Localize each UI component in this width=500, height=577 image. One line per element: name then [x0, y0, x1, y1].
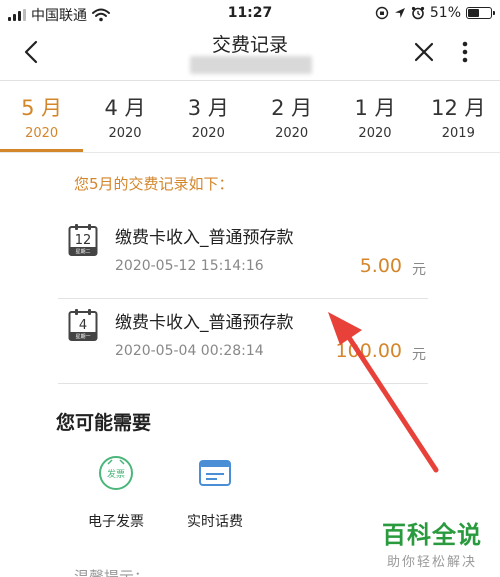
tab-month-1-2020[interactable]: 1 月 2020 — [333, 82, 416, 152]
bill-card-icon — [199, 460, 231, 486]
tab-month-label: 12 月 — [431, 96, 486, 120]
tab-year-label: 2020 — [275, 126, 309, 141]
calendar-weekday: 星期一 — [75, 334, 90, 340]
service-label: 实时话费 — [187, 514, 243, 530]
service-realtime-bill[interactable]: 实时话费 — [175, 455, 255, 531]
record-unit: 元 — [412, 347, 426, 363]
record-title: 缴费卡收入_普通预存款 — [115, 228, 294, 248]
calendar-weekday: 星期二 — [75, 249, 90, 255]
blurred-phone-number — [190, 56, 312, 74]
record-unit: 元 — [412, 262, 426, 278]
calendar-icon: 12 星期二 — [68, 224, 98, 256]
invoice-icon: 发票 — [99, 456, 133, 490]
record-amount: 100.00 — [335, 340, 402, 362]
month-tabs: 5 月 2020 4 月 2020 3 月 2020 2 月 2020 1 月 2020 … — [0, 82, 500, 152]
payment-record[interactable]: 4 星期一 缴费卡收入_普通预存款 2020-05-04 00:28:14 10… — [58, 298, 428, 384]
orientation-lock-icon — [375, 6, 389, 20]
tab-month-label: 2 月 — [271, 96, 313, 120]
tabs-divider — [0, 152, 500, 153]
battery-percent: 51% — [429, 5, 461, 21]
tab-month-label: 1 月 — [354, 96, 396, 120]
watermark-main: 百科全说 — [382, 521, 482, 549]
tab-month-4-2020[interactable]: 4 月 2020 — [83, 82, 166, 152]
close-icon[interactable] — [410, 38, 438, 66]
tab-month-5-2020[interactable]: 5 月 2020 — [0, 82, 84, 152]
tab-year-label: 2020 — [25, 126, 59, 141]
calendar-day: 4 — [79, 318, 87, 333]
alarm-icon — [411, 6, 424, 20]
service-label: 电子发票 — [88, 514, 144, 530]
calendar-day: 12 — [75, 233, 92, 248]
record-divider — [58, 383, 428, 384]
tab-month-2-2020[interactable]: 2 月 2020 — [250, 82, 333, 152]
nav-divider — [0, 80, 500, 81]
battery-icon — [466, 7, 495, 19]
tab-month-label: 3 月 — [187, 96, 229, 120]
status-bar: 中国联通 11:27 51% — [0, 0, 500, 28]
maybe-need-title: 您可能需要 — [56, 412, 152, 434]
tab-year-label: 2019 — [441, 126, 475, 141]
calendar-icon: 4 星期一 — [68, 309, 98, 341]
tab-month-label: 4 月 — [104, 96, 146, 120]
tab-month-3-2020[interactable]: 3 月 2020 — [167, 82, 250, 152]
location-icon — [394, 8, 405, 18]
record-title: 缴费卡收入_普通预存款 — [115, 313, 294, 333]
nav-bar: 交费记录 — [0, 28, 500, 78]
record-datetime: 2020-05-04 00:28:14 — [115, 343, 264, 359]
tab-month-label: 5 月 — [21, 96, 63, 120]
status-right: 51% — [375, 5, 495, 21]
tab-year-label: 2020 — [191, 126, 225, 141]
tab-month-12-2019[interactable]: 12 月 2019 — [417, 82, 500, 152]
service-e-invoice[interactable]: 发票 电子发票 — [76, 455, 156, 531]
watermark-sub: 助你轻松解决 — [386, 555, 477, 570]
tab-year-label: 2020 — [108, 126, 142, 141]
records-intro: 您5月的交费记录如下： — [74, 175, 234, 193]
record-amount: 5.00 — [359, 255, 402, 277]
record-datetime: 2020-05-12 15:14:16 — [115, 258, 264, 274]
payment-record[interactable]: 12 星期二 缴费卡收入_普通预存款 2020-05-12 15:14:16 5… — [58, 213, 428, 299]
invoice-icon-text: 发票 — [107, 468, 125, 480]
watermark: 百科全说 助你轻松解决 — [372, 515, 492, 570]
tab-year-label: 2020 — [358, 126, 392, 141]
more-options-icon[interactable] — [458, 38, 472, 66]
tip-heading-partial: 温馨提示： — [74, 568, 150, 577]
